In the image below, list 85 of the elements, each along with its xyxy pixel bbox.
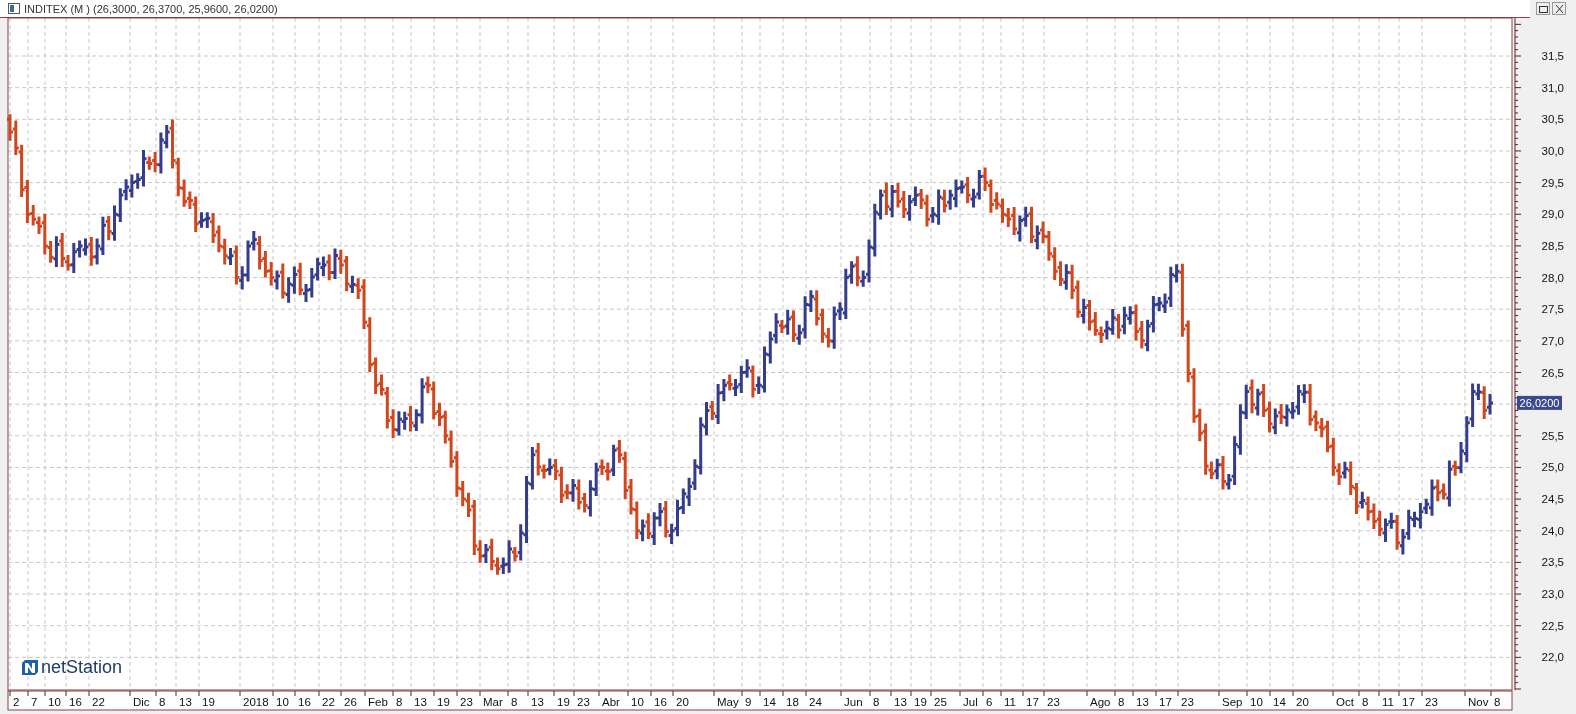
x-axis-label: 10 [631,696,644,708]
x-axis-label: 25 [934,696,947,708]
x-axis-label: 22 [322,696,335,708]
x-axis-label: 8 [396,696,403,708]
y-axis-label: 31,5 [1541,50,1564,62]
x-axis-label: Dic [133,696,150,708]
x-axis-label: 13 [179,696,192,708]
x-axis-label: 10 [1250,696,1263,708]
x-axis-label: 16 [69,696,82,708]
y-axis-label: 31,0 [1541,81,1564,94]
x-axis-label: 20 [676,696,689,708]
x-axis-label: 7 [31,696,38,708]
x-axis-label: 19 [914,696,927,708]
x-axis-label: 23 [1425,696,1438,708]
chart-window-icon [8,3,20,14]
x-axis-label: 6 [986,696,993,708]
x-axis-label: 17 [1402,696,1415,708]
x-axis-label: 13 [1136,696,1149,708]
x-axis-label: Oct [1336,696,1354,708]
logo-text: netStation [41,657,123,678]
y-axis-label: 29,0 [1541,208,1564,221]
logo-icon [22,660,38,675]
x-axis-label: 17 [1159,696,1172,708]
y-axis-label: 27,5 [1541,303,1564,316]
x-axis-label: 19 [202,696,215,708]
x-axis-label: 14 [1273,696,1286,708]
x-axis-label: 18 [786,696,799,708]
x-axis-label: 11 [1004,696,1016,708]
x-axis-label: 8 [873,696,880,708]
x-axis-label: Feb [368,696,388,708]
y-axis-label: 30,5 [1541,113,1564,126]
y-axis-label: 23,0 [1541,588,1564,601]
x-axis-label: Abr [602,696,620,708]
y-axis-label: 26,5 [1541,366,1564,379]
y-axis-label: 22,0 [1541,651,1564,664]
x-axis-label: 10 [48,696,61,708]
x-axis-label: 13 [414,696,427,708]
x-axis-label: 11 [1382,696,1394,708]
x-axis-label: Sep [1222,696,1243,708]
x-axis-label: 22 [92,696,105,708]
y-axis-label: 27,0 [1541,334,1564,347]
y-axis-label: 24,0 [1541,524,1564,537]
x-axis-label: 8 [1362,696,1369,708]
x-axis-label: 9 [745,696,752,708]
y-axis-label: 23,5 [1541,556,1564,569]
x-axis-label: 10 [276,696,289,708]
x-axis-label: 8 [1494,696,1501,708]
close-button[interactable] [1552,2,1566,15]
x-axis-label: Jul [963,696,978,708]
x-axis-label: 19 [437,696,450,708]
y-axis-label: 24,5 [1541,493,1564,506]
x-axis-label: 16 [654,696,667,708]
y-axis-label: 25,0 [1541,461,1564,474]
y-axis-label: 25,5 [1541,429,1564,442]
x-axis-label: 23 [577,696,590,708]
x-axis-label: Mar [483,696,503,708]
x-axis-label: 26 [344,696,357,708]
x-axis-label: 13 [894,696,907,708]
x-axis-label: 8 [159,696,166,708]
x-axis-label: 2018 [243,696,269,708]
x-axis-label: 8 [511,696,518,708]
y-axis-label: 28,0 [1541,271,1564,284]
x-axis-label: Nov [1468,696,1489,708]
x-axis-label: Ago [1090,696,1111,708]
x-axis-label: 13 [531,696,544,708]
x-axis-label: 16 [298,696,311,708]
x-axis-label: May [717,696,739,708]
y-axis-label: 28,5 [1541,239,1564,252]
restore-button[interactable] [1536,2,1550,15]
x-axis-label: 14 [763,696,776,708]
x-axis-label: 19 [557,696,570,708]
x-axis-label: 24 [809,696,822,708]
x-axis-label: 8 [1118,696,1125,708]
x-axis-label: Jun [844,696,863,708]
y-axis-label: 29,5 [1541,176,1564,189]
x-axis-label: 20 [1296,696,1309,708]
x-axis-label: 23 [1047,696,1060,708]
last-price-badge: 26,0200 [1517,395,1562,410]
x-axis-label: 2 [13,696,20,708]
x-axis-label: 23 [460,696,473,708]
x-axis-label: 23 [1181,696,1194,708]
y-axis-label: 30,0 [1541,144,1564,157]
window-title: INDITEX (M ) (26,3000, 26,3700, 25,9600, 26,0200) [24,2,278,15]
y-axis-label: 22,5 [1541,619,1564,632]
x-axis-label: 17 [1026,696,1039,708]
